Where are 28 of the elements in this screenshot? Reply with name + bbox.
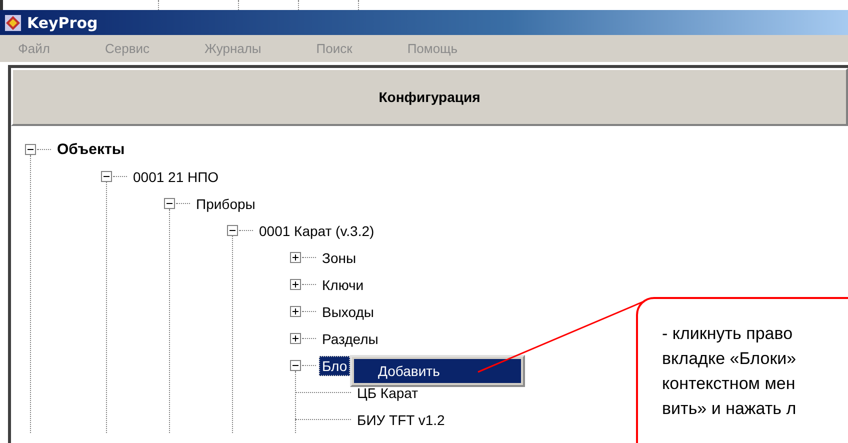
tree-item[interactable]: Зоны xyxy=(319,248,360,268)
collapse-icon[interactable] xyxy=(290,360,301,371)
callout-text: контекстном мен xyxy=(662,373,796,395)
app-icon xyxy=(4,14,22,32)
collapse-icon[interactable] xyxy=(227,225,238,236)
window-title: KeyProg xyxy=(27,14,98,32)
collapse-icon[interactable] xyxy=(101,171,112,182)
panel-title: Конфигурация xyxy=(378,89,480,105)
callout-text: вить» и нажать л xyxy=(662,398,796,420)
tree-item[interactable]: ЦБ Карат xyxy=(354,382,422,402)
tree-item[interactable]: Бло xyxy=(319,356,350,376)
expand-icon[interactable] xyxy=(290,252,301,263)
tree-item[interactable]: Выходы xyxy=(319,302,377,322)
collapse-icon[interactable] xyxy=(25,144,36,155)
tree-item[interactable]: 0001 21 НПО xyxy=(130,166,222,186)
tree-item[interactable]: Объекты xyxy=(54,139,128,160)
tree-item[interactable]: Ключи xyxy=(319,274,367,294)
expand-icon[interactable] xyxy=(290,306,301,317)
expand-icon[interactable] xyxy=(290,333,301,344)
collapse-icon[interactable] xyxy=(164,198,175,209)
callout-text: - кликнуть право xyxy=(662,323,793,345)
callout-text: вкладке «Блоки» xyxy=(662,348,796,370)
tree-item[interactable]: Приборы xyxy=(193,194,258,214)
expand-icon[interactable] xyxy=(290,279,301,290)
menu-item[interactable]: Добавить xyxy=(354,359,521,383)
tree-item[interactable]: 0001 Карат (v.3.2) xyxy=(256,220,378,240)
tree-item[interactable]: Разделы xyxy=(319,328,382,348)
tree-item[interactable]: БИУ TFT v1.2 xyxy=(354,410,448,430)
